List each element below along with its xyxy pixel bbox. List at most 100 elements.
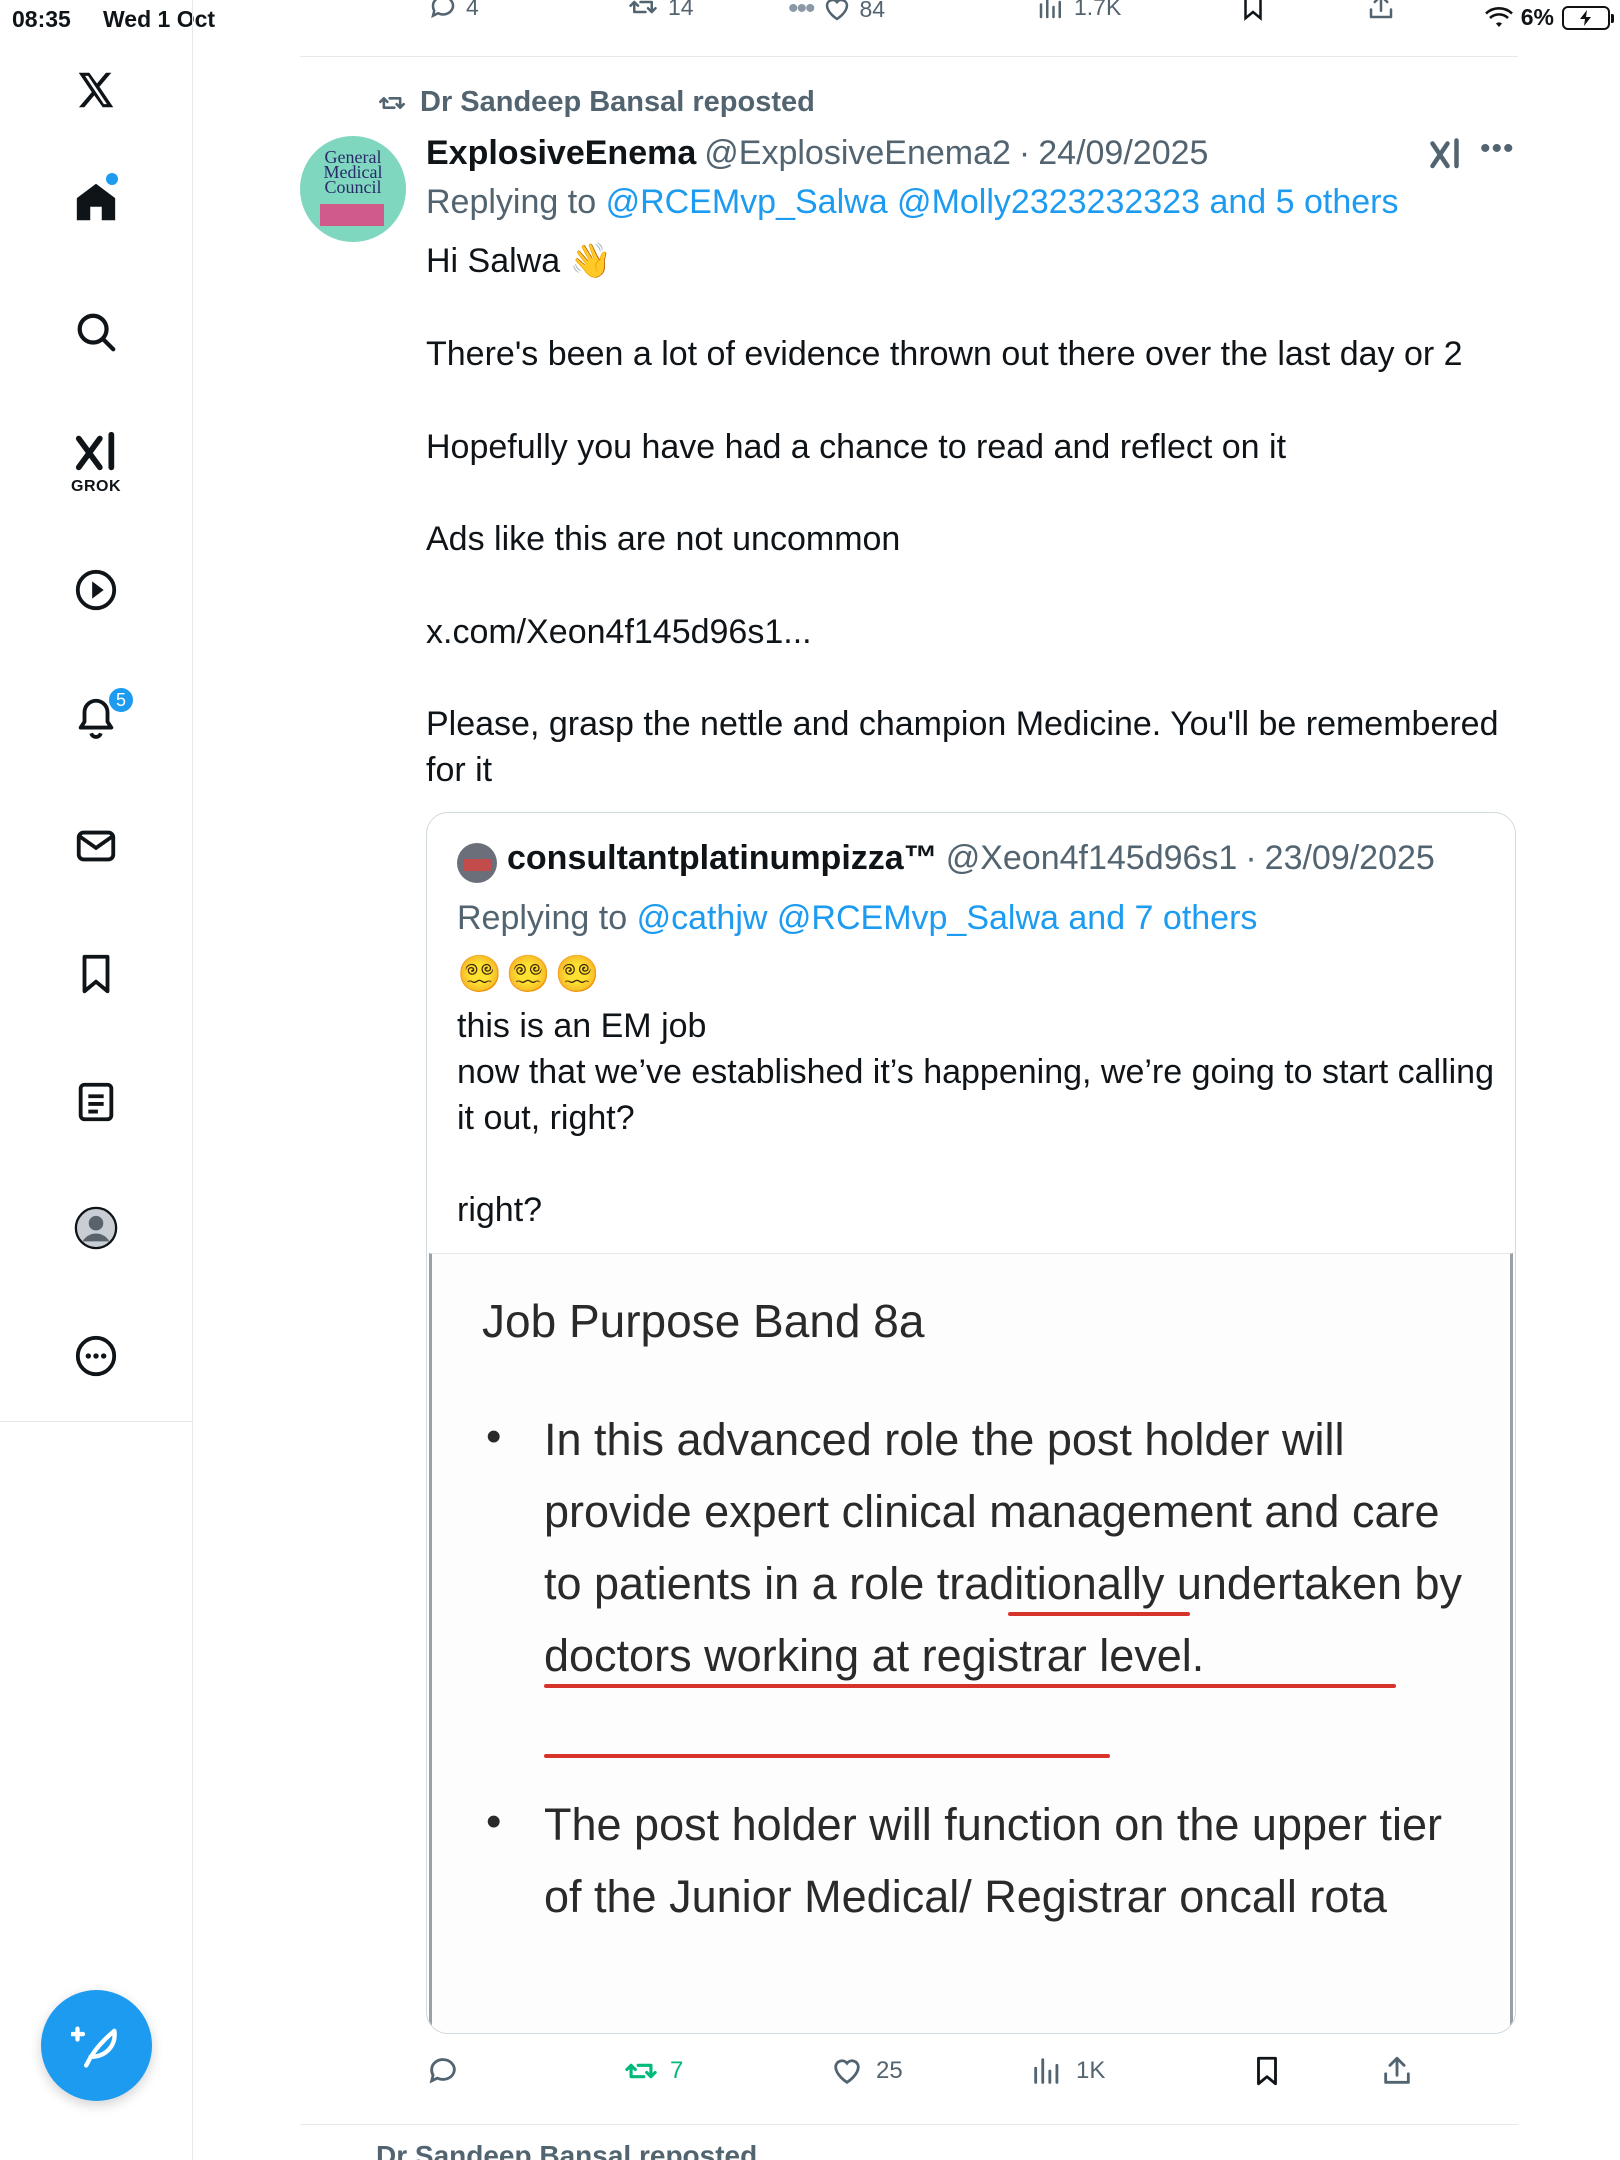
red-underline: [544, 1754, 1110, 1758]
sidebar-divider: [0, 1421, 193, 1422]
prev-reply-button[interactable]: 4: [428, 0, 479, 22]
prev-views-button[interactable]: 1.7K: [1036, 0, 1121, 22]
x-logo-icon[interactable]: [66, 60, 126, 120]
views-icon: [1039, 0, 1061, 19]
share-icon: [1384, 2056, 1410, 2084]
repost-count: 7: [670, 2057, 684, 2084]
quote-header: consultantplatinumpizza™ @Xeon4f145d96s1…: [507, 839, 1435, 878]
profile-avatar-icon[interactable]: [66, 1198, 126, 1258]
quote-author-avatar[interactable]: [457, 843, 497, 883]
heart-icon: [825, 0, 848, 21]
prev-share-button[interactable]: [1366, 0, 1396, 22]
compose-button[interactable]: [41, 1990, 152, 2101]
typing-dots-icon: •••: [788, 0, 815, 25]
reply-icon: [429, 2058, 456, 2084]
views-icon: [1034, 2058, 1059, 2084]
replying-to-links[interactable]: @RCEMvp_Salwa @Molly2323232323 and 5 oth…: [606, 183, 1399, 221]
quote-line: this is an EM job: [457, 1007, 707, 1045]
repost-icon: [629, 0, 657, 14]
grok-icon[interactable]: [66, 422, 126, 482]
lists-icon[interactable]: [66, 1072, 126, 1132]
prev-views-count: 1.7K: [1074, 0, 1122, 20]
red-underline: [1008, 1612, 1190, 1616]
next-repost-indicator[interactable]: Dr Sandeep Bansal reposted: [376, 2140, 757, 2160]
quote-author-handle[interactable]: @Xeon4f145d96s1: [946, 839, 1238, 878]
prev-bookmark-button[interactable]: [1238, 0, 1268, 22]
author-handle[interactable]: @ExplosiveEnema2: [704, 134, 1011, 173]
more-icon[interactable]: [66, 1326, 126, 1386]
tweet-paragraph: Ads like this are not uncommon: [426, 520, 901, 558]
prev-like-button[interactable]: ••• 84: [788, 0, 885, 26]
bookmark-icon: [1244, 0, 1262, 21]
video-icon[interactable]: [66, 560, 126, 620]
battery-percent: 6%: [1520, 4, 1554, 30]
reply-icon: [431, 0, 455, 19]
wifi-icon: [1484, 6, 1513, 27]
prev-repost-button[interactable]: 14: [626, 0, 694, 22]
quoted-tweet[interactable]: consultantplatinumpizza™ @Xeon4f145d96s1…: [426, 812, 1516, 2034]
tweet-header: ExplosiveEnema @ExplosiveEnema2 · 24/09/…: [426, 134, 1208, 173]
doc-title: Job Purpose Band 8a: [482, 1295, 925, 1347]
notification-badge: 5: [107, 686, 135, 714]
bookmark-button[interactable]: [1250, 2054, 1284, 2088]
repost-icon: [379, 96, 405, 109]
quote-replying-to: Replying to @cathjw @RCEMvp_Salwa and 7 …: [457, 899, 1257, 938]
sidebar: GROK 5: [0, 0, 193, 2160]
battery-icon: [1562, 5, 1614, 30]
views-count: 1K: [1076, 2057, 1106, 2084]
reply-button[interactable]: [426, 2054, 472, 2088]
quote-replying-to-label: Replying to: [457, 899, 628, 937]
prev-like-count: 84: [859, 0, 886, 22]
quote-separator: ·: [1245, 839, 1257, 877]
heart-icon: [834, 2059, 860, 2085]
avatar-text: General Medical Council: [323, 147, 383, 197]
quote-date[interactable]: 23/09/2025: [1265, 839, 1435, 878]
tweet-separator: [300, 56, 1518, 57]
quote-author-name[interactable]: consultantplatinumpizza™: [507, 839, 938, 878]
messages-icon[interactable]: [66, 816, 126, 876]
author-avatar[interactable]: General Medical Council: [300, 136, 406, 242]
repost-button[interactable]: 7: [624, 2054, 683, 2088]
tweet-paragraph: There's been a lot of evidence thrown ou…: [426, 335, 1463, 373]
like-button[interactable]: 25: [830, 2054, 903, 2088]
tweet-paragraph: Hopefully you have had a chance to read …: [426, 428, 1287, 466]
grok-explain-icon[interactable]: [1428, 136, 1464, 172]
quote-line: now that we’ve established it’s happenin…: [457, 1053, 1494, 1137]
quote-emojis: 😵‍💫😵‍💫😵‍💫: [457, 953, 604, 994]
quote-replying-to-links[interactable]: @cathjw @RCEMvp_Salwa and 7 others: [637, 899, 1258, 937]
like-count: 25: [876, 2057, 903, 2084]
header-separator: ·: [1018, 134, 1031, 172]
doc-bullet-2: The post holder will function on the upp…: [544, 1799, 1443, 1922]
previous-tweet-actions: 4 14 ••• 84 1.7K: [420, 0, 1420, 26]
repost-icon: [625, 2063, 657, 2079]
prev-repost-count: 14: [668, 0, 694, 20]
tweet-date[interactable]: 24/09/2025: [1038, 134, 1208, 173]
red-underline: [544, 1684, 1396, 1688]
author-name[interactable]: ExplosiveEnema: [426, 134, 696, 173]
quote-image[interactable]: Job Purpose Band 8a • In this advanced r…: [429, 1253, 1513, 2033]
status-right: 6%: [1484, 4, 1614, 31]
tweet-paragraph: Please, grasp the nettle and champion Me…: [426, 705, 1499, 789]
quote-text: this is an EM job now that we’ve establi…: [457, 1003, 1497, 1233]
views-button[interactable]: 1K: [1030, 2054, 1105, 2088]
grok-label: GROK: [71, 478, 121, 495]
bookmark-icon: [1257, 2056, 1277, 2086]
search-icon[interactable]: [66, 302, 126, 362]
compose-feather-icon: [70, 2026, 117, 2068]
reposted-by-label: Dr Sandeep Bansal reposted: [420, 86, 815, 118]
home-unread-dot: [106, 173, 118, 185]
share-button[interactable]: [1380, 2054, 1414, 2088]
replying-to: Replying to @RCEMvp_Salwa @Molly23232323…: [426, 183, 1398, 222]
tweet-link[interactable]: x.com/Xeon4f145d96s1...: [426, 609, 1516, 655]
repost-indicator[interactable]: Dr Sandeep Bansal reposted: [376, 86, 815, 119]
tweet-separator: [300, 2124, 1518, 2125]
tweet-greeting: Hi Salwa 👋: [426, 242, 612, 280]
bookmarks-icon[interactable]: [66, 944, 126, 1004]
replying-to-label: Replying to: [426, 183, 597, 221]
avatar-badge: [320, 204, 384, 226]
bullet-icon: •: [486, 1412, 502, 1461]
more-options-icon[interactable]: •••: [1480, 132, 1515, 166]
bullet-icon: •: [486, 1797, 502, 1846]
prev-reply-count: 4: [466, 0, 479, 20]
share-icon: [1369, 0, 1393, 19]
